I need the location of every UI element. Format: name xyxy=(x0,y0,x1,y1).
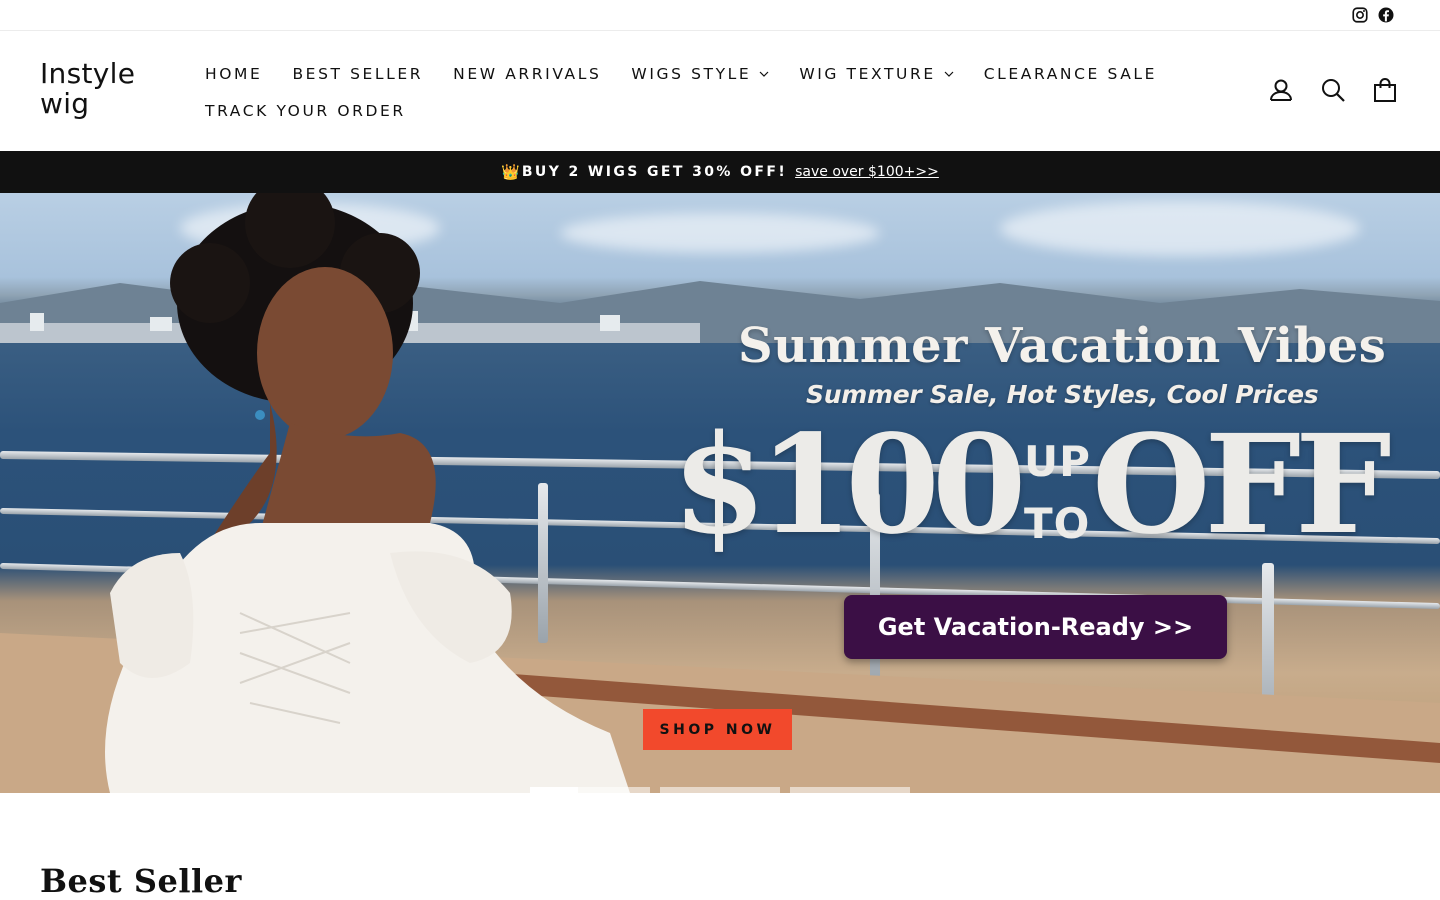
slide-dot-3[interactable] xyxy=(660,787,780,793)
nav-clearance-sale[interactable]: CLEARANCE SALE xyxy=(984,65,1157,83)
hero-banner[interactable]: Summer Vacation Vibes Summer Sale, Hot S… xyxy=(0,193,1440,793)
nav-best-seller[interactable]: BEST SELLER xyxy=(292,65,423,83)
nav-best-seller-label: BEST SELLER xyxy=(292,64,424,83)
hero-to-text: TO xyxy=(1024,499,1091,548)
search-icon[interactable] xyxy=(1320,77,1346,103)
announcement-promo: BUY 2 WIGS GET 30% OFF! xyxy=(521,164,788,180)
nav-new-arrivals[interactable]: NEW ARRIVALS xyxy=(453,65,601,83)
nav-new-arrivals-label: NEW ARRIVALS xyxy=(453,64,602,83)
hero-title: Summer Vacation Vibes xyxy=(738,318,1387,374)
header-icons xyxy=(1268,77,1398,103)
bag-icon[interactable] xyxy=(1372,77,1398,103)
chevron-down-icon xyxy=(759,71,769,77)
nav-track-your-order[interactable]: TRACK YOUR ORDER xyxy=(205,102,406,120)
nav-home[interactable]: HOME xyxy=(205,65,262,83)
site-header: Instyle wig HOME BEST SELLER NEW ARRIVAL… xyxy=(0,31,1440,151)
slide-dot-4[interactable] xyxy=(790,787,910,793)
model-image xyxy=(105,193,630,793)
nav-wigs-style[interactable]: WIGS STYLE xyxy=(631,65,769,83)
nav-track-your-order-label: TRACK YOUR ORDER xyxy=(205,101,406,120)
social-bar xyxy=(0,0,1440,31)
best-seller-heading: Best Seller xyxy=(40,862,242,900)
hero-amount: $100 xyxy=(672,405,1027,565)
nav-wigs-style-label: WIGS STYLE xyxy=(631,64,752,83)
logo-line-2: wig xyxy=(40,87,90,120)
instagram-icon[interactable] xyxy=(1351,6,1369,24)
facebook-icon[interactable] xyxy=(1377,6,1395,24)
crown-emoji: 👑 xyxy=(501,164,520,181)
chevron-down-icon xyxy=(944,71,954,77)
nav-wig-texture-label: WIG TEXTURE xyxy=(799,64,936,83)
user-icon[interactable] xyxy=(1268,77,1294,103)
hero-off-text: OFF xyxy=(1092,405,1392,565)
cloud xyxy=(1000,201,1360,256)
announcement-bar: 👑 BUY 2 WIGS GET 30% OFF! save over $100… xyxy=(0,151,1440,193)
slide-dot-2[interactable] xyxy=(578,787,650,793)
nav-home-label: HOME xyxy=(205,64,263,83)
shop-now-button[interactable]: SHOP NOW xyxy=(643,709,792,750)
site-logo[interactable]: Instyle wig xyxy=(40,59,135,119)
hero-up-text: UP xyxy=(1024,437,1091,486)
main-nav: HOME BEST SELLER NEW ARRIVALS WIGS STYLE… xyxy=(205,55,1215,129)
nav-wig-texture[interactable]: WIG TEXTURE xyxy=(799,64,954,83)
slide-dot-1[interactable] xyxy=(530,787,578,793)
logo-line-1: Instyle xyxy=(40,57,136,90)
nav-clearance-sale-label: CLEARANCE SALE xyxy=(983,64,1158,83)
announcement-link[interactable]: save over $100+>> xyxy=(795,164,939,180)
get-vacation-ready-button[interactable]: Get Vacation-Ready >> xyxy=(844,595,1227,659)
